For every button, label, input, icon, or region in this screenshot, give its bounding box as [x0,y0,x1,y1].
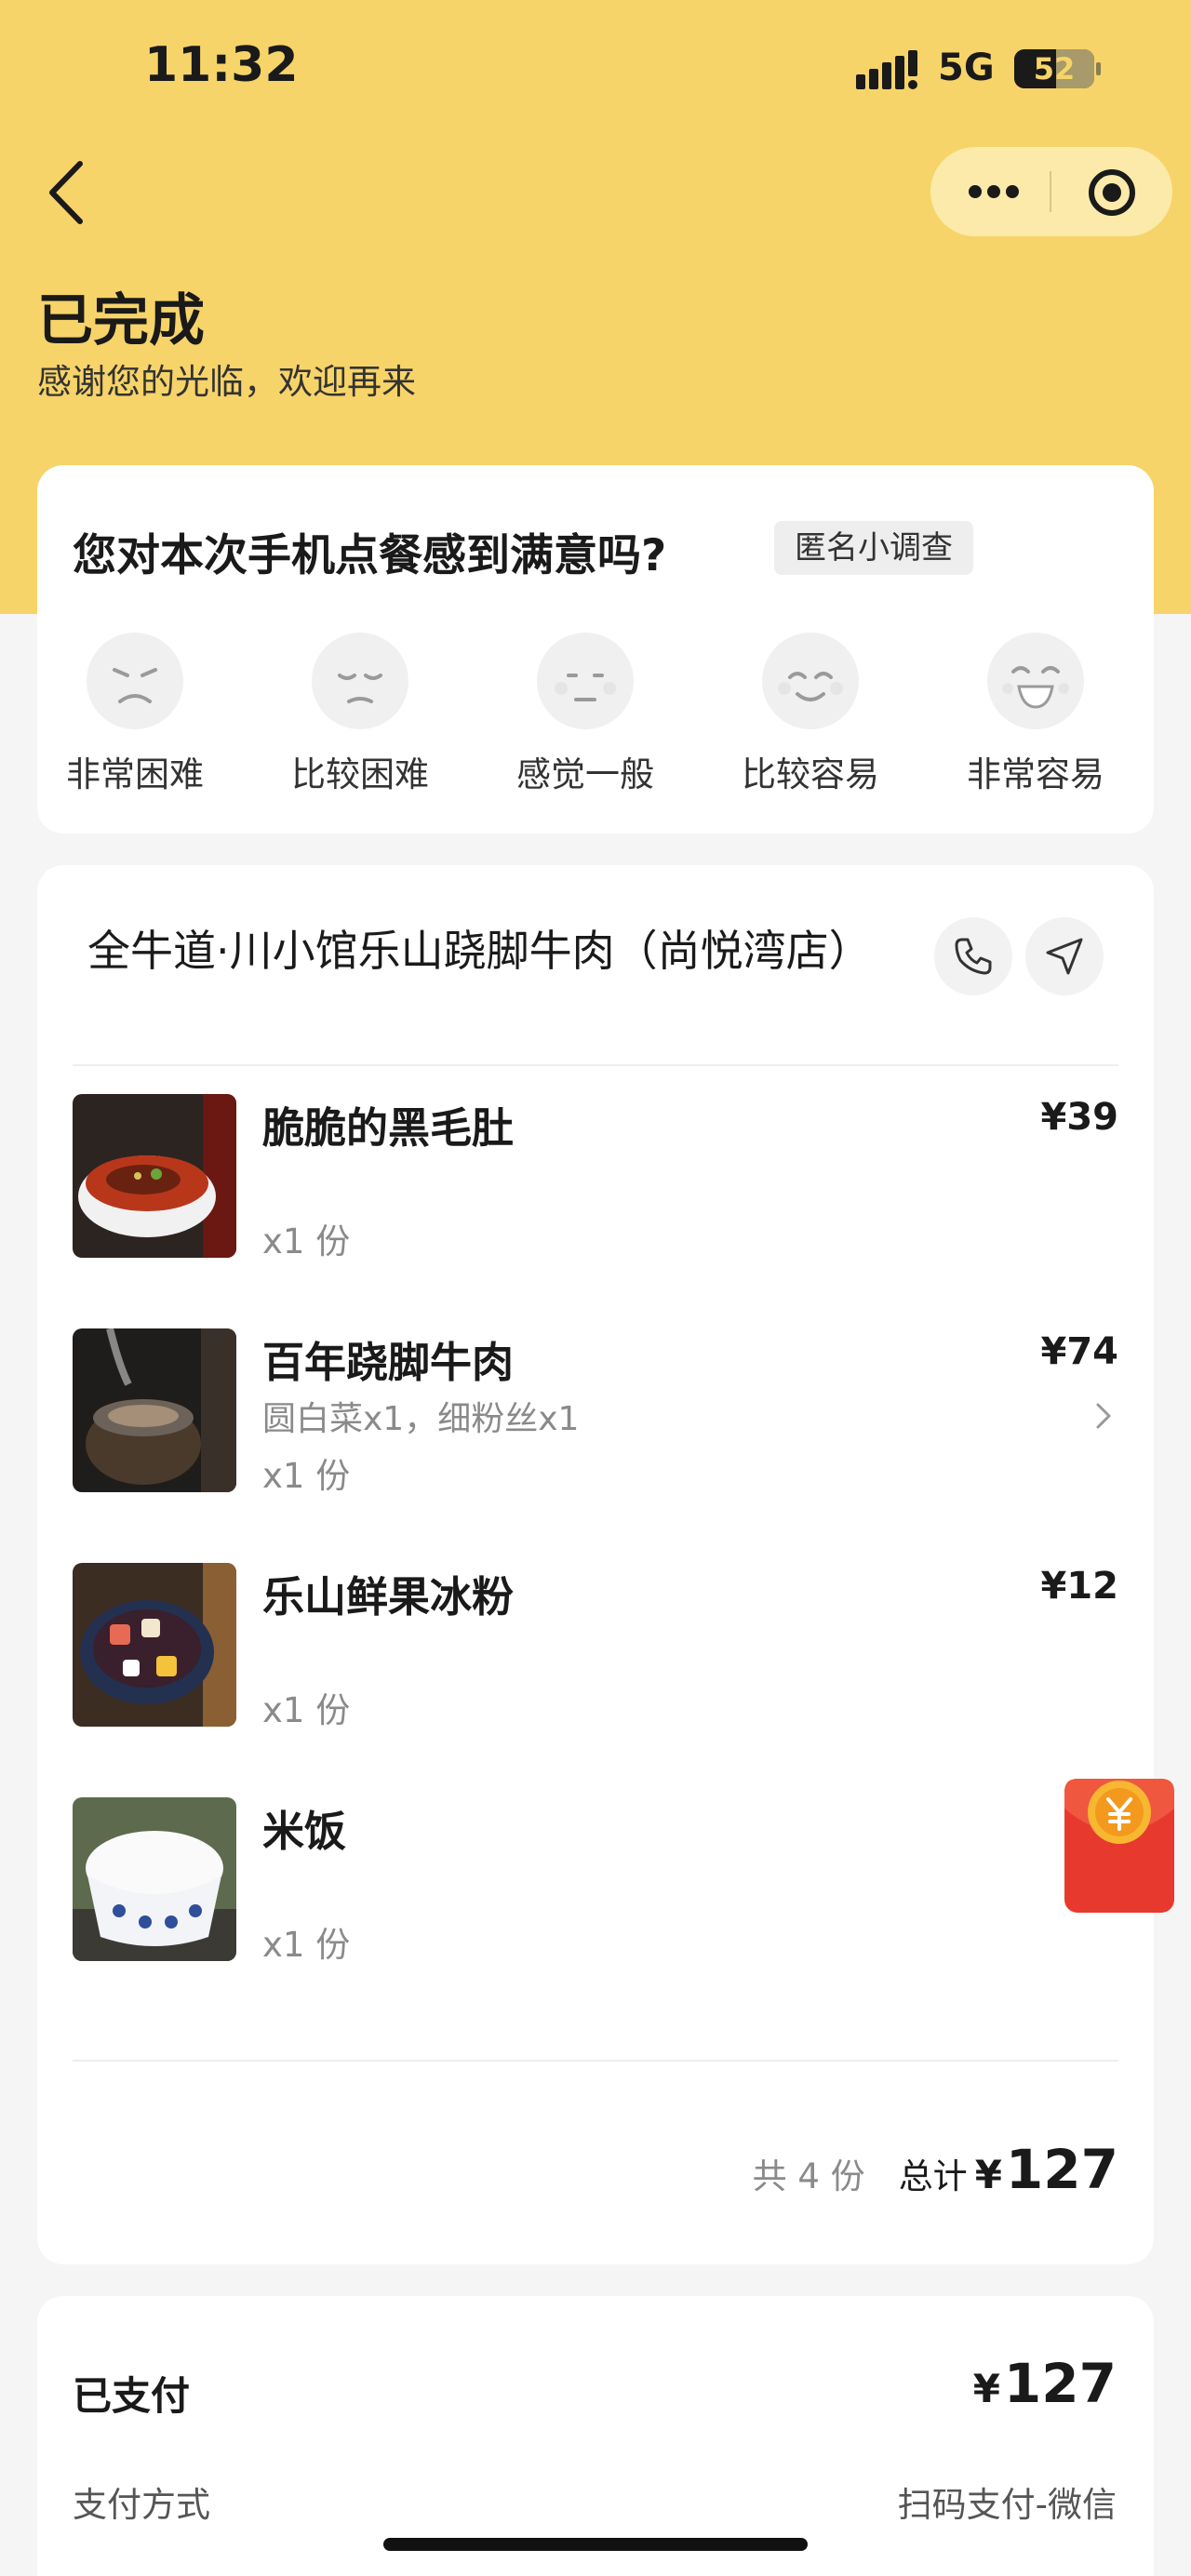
item-spec: 圆白菜x1，细粉丝x1 [262,1400,580,1438]
item-quantity: x1 份 [262,1456,351,1496]
battery-icon: 52 [1014,49,1101,88]
capsule-divider [1050,171,1051,212]
home-indicator [383,2538,808,2551]
order-details-card: 全牛道·川小馆乐山跷脚牛肉（尚悦湾店） 脆脆的黑毛肚 x1 份 ¥39 百年跷脚… [37,865,1154,2264]
paid-amount-value: 127 [1003,2352,1117,2415]
network-type: 5G [938,47,995,89]
mini-program-capsule [930,147,1172,236]
neutral-face-icon [555,674,616,701]
item-name: 脆脆的黑毛肚 [262,1103,515,1153]
survey-option-very-easy[interactable]: 非常容易 [947,633,1124,796]
dish-image [73,1797,236,1961]
signal-icon [856,50,917,89]
store-name[interactable]: 全牛道·川小馆乐山跷脚牛肉（尚悦湾店） [87,915,925,986]
item-quantity: x1 份 [262,1690,351,1730]
chevron-right-icon[interactable] [1094,1401,1113,1431]
status-bar: 11:32 5G 52 [0,0,1191,140]
payment-method-value: 扫码支付-微信 [897,2485,1117,2525]
paid-amount: ¥ 127 [973,2352,1117,2415]
survey-option-label: 比较容易 [742,754,879,794]
smile-face-icon [778,672,843,701]
very-angry-face-icon [113,668,157,703]
red-packet-icon[interactable] [1063,1771,1176,1915]
item-name: 百年跷脚牛肉 [262,1338,515,1387]
survey-option-difficult[interactable]: 比较困难 [272,633,448,796]
status-time: 11:32 [144,37,299,93]
target-circle-icon[interactable] [1087,167,1137,218]
call-store-button[interactable] [934,917,1012,995]
currency-symbol: ¥ [974,2152,1002,2197]
survey-question: 您对本次手机点餐感到满意吗? [73,530,667,581]
survey-option-label: 非常困难 [66,754,204,794]
more-dots-icon[interactable] [966,179,1022,205]
back-arrow-icon[interactable] [45,158,91,227]
battery-level: 52 [1033,51,1076,87]
item-price: ¥39 [1040,1096,1119,1139]
order-summary: 共 4 份 总计 ¥ 127 [753,2138,1118,2201]
payment-card: 已支付 ¥ 127 支付方式 扫码支付-微信 [37,2296,1154,2576]
survey-option-easy[interactable]: 比较容易 [722,633,899,796]
survey-badge: 匿名小调查 [774,521,973,575]
dish-image [73,1328,236,1492]
item-price: ¥74 [1040,1330,1119,1373]
divider [73,2060,1118,2062]
survey-option-label: 非常容易 [967,754,1104,794]
item-name: 米饭 [262,1807,347,1856]
item-quantity: x1 份 [262,1925,351,1965]
total-amount: 127 [1005,2138,1118,2201]
payment-status: 已支付 [73,2373,191,2419]
order-item: 米饭 x1 份 [73,1797,1118,1965]
laugh-face-icon [1002,666,1069,709]
payment-method-label: 支付方式 [73,2485,210,2525]
navigation-arrow-icon [1046,938,1083,975]
order-item: 乐山鲜果冰粉 x1 份 ¥12 [73,1563,1119,1730]
page-subtitle: 感谢您的光临，欢迎再来 [37,362,416,402]
phone-icon [955,938,992,975]
survey-option-very-difficult[interactable]: 非常困难 [47,633,223,796]
dish-image [73,1094,236,1258]
divider [73,1064,1118,1066]
item-count: 共 4 份 [752,2156,865,2196]
survey-option-neutral[interactable]: 感觉一般 [497,633,674,796]
survey-option-label: 感觉一般 [516,754,654,794]
item-quantity: x1 份 [262,1221,351,1261]
order-item: 脆脆的黑毛肚 x1 份 ¥39 [73,1094,1119,1261]
dish-image [73,1563,236,1727]
survey-option-label: 比较困难 [291,754,429,794]
order-item[interactable]: 百年跷脚牛肉 圆白菜x1，细粉丝x1 x1 份 ¥74 [73,1328,1119,1496]
total-label: 总计 [898,2156,968,2196]
item-name: 乐山鲜果冰粉 [262,1572,515,1622]
satisfaction-survey-card: 您对本次手机点餐感到满意吗? 匿名小调查 非常困难 比较困难 感觉一般 比较容易… [37,465,1154,834]
currency-symbol: ¥ [972,2366,1000,2411]
navigate-store-button[interactable] [1025,917,1104,995]
item-price: ¥12 [1040,1565,1119,1608]
sad-face-icon [338,674,382,703]
page-title: 已完成 [37,288,205,354]
